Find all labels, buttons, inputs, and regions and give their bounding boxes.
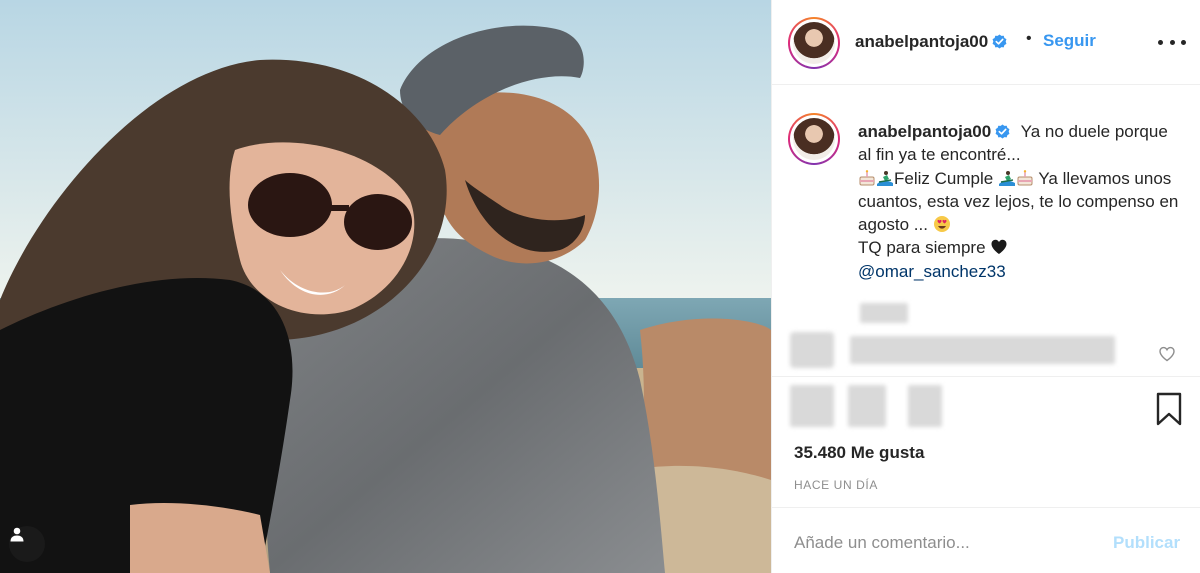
surfer-emoji-icon [998,170,1015,186]
post-timestamp: HACE UN DÍA [794,478,878,492]
black-heart-emoji-icon [991,240,1007,255]
blurred-like-icon [790,385,834,427]
likes-count[interactable]: 35.480 Me gusta [794,443,924,463]
post-sidebar: anabelpantoja00 • Seguir anabelpantoja00… [771,0,1200,573]
blurred-commenter-avatar [790,332,834,368]
photo-scene [0,0,771,573]
person-icon [10,527,24,542]
heart-eyes-emoji-icon [933,216,950,233]
caption-feliz-cumple: Feliz Cumple [894,168,994,188]
blurred-comment-meta [860,303,908,323]
surfer-emoji-icon [877,170,893,186]
author-avatar[interactable] [788,17,840,69]
caption-mention-link[interactable]: @omar_sanchez33 [858,262,1006,281]
blurred-share-icon [908,385,942,427]
comment-input[interactable] [794,530,1094,556]
blurred-comment-text [850,336,1115,364]
header-separator: • [1026,30,1032,47]
tagged-users-button[interactable] [9,526,45,562]
verified-badge-icon [992,34,1007,49]
bookmark-icon[interactable] [1155,392,1183,426]
author-username[interactable]: anabelpantoja00 [855,32,1007,52]
follow-button[interactable]: Seguir [1043,31,1096,51]
like-comment-icon[interactable] [1158,345,1176,363]
blurred-comment-icon [848,385,886,427]
post-actions: 35.480 Me gusta HACE UN DÍA [772,376,1200,506]
caption-line-3: TQ para siempre [858,238,986,258]
cake-emoji-icon [859,169,875,186]
more-horizontal-icon[interactable] [1158,30,1186,54]
caption-author-avatar[interactable] [788,113,840,165]
comment-bar: Publicar [772,507,1200,573]
post-caption: anabelpantoja00 Ya no duele porque al fi… [858,120,1180,283]
post-photo[interactable] [0,0,771,573]
caption-username[interactable]: anabelpantoja00 [858,122,1010,141]
post-header: anabelpantoja00 • Seguir [772,0,1200,85]
caption-section: anabelpantoja00 Ya no duele porque al fi… [772,86,1200,376]
publish-button[interactable]: Publicar [1113,533,1180,553]
verified-badge-icon [995,124,1010,139]
cake-emoji-icon [1017,169,1033,186]
